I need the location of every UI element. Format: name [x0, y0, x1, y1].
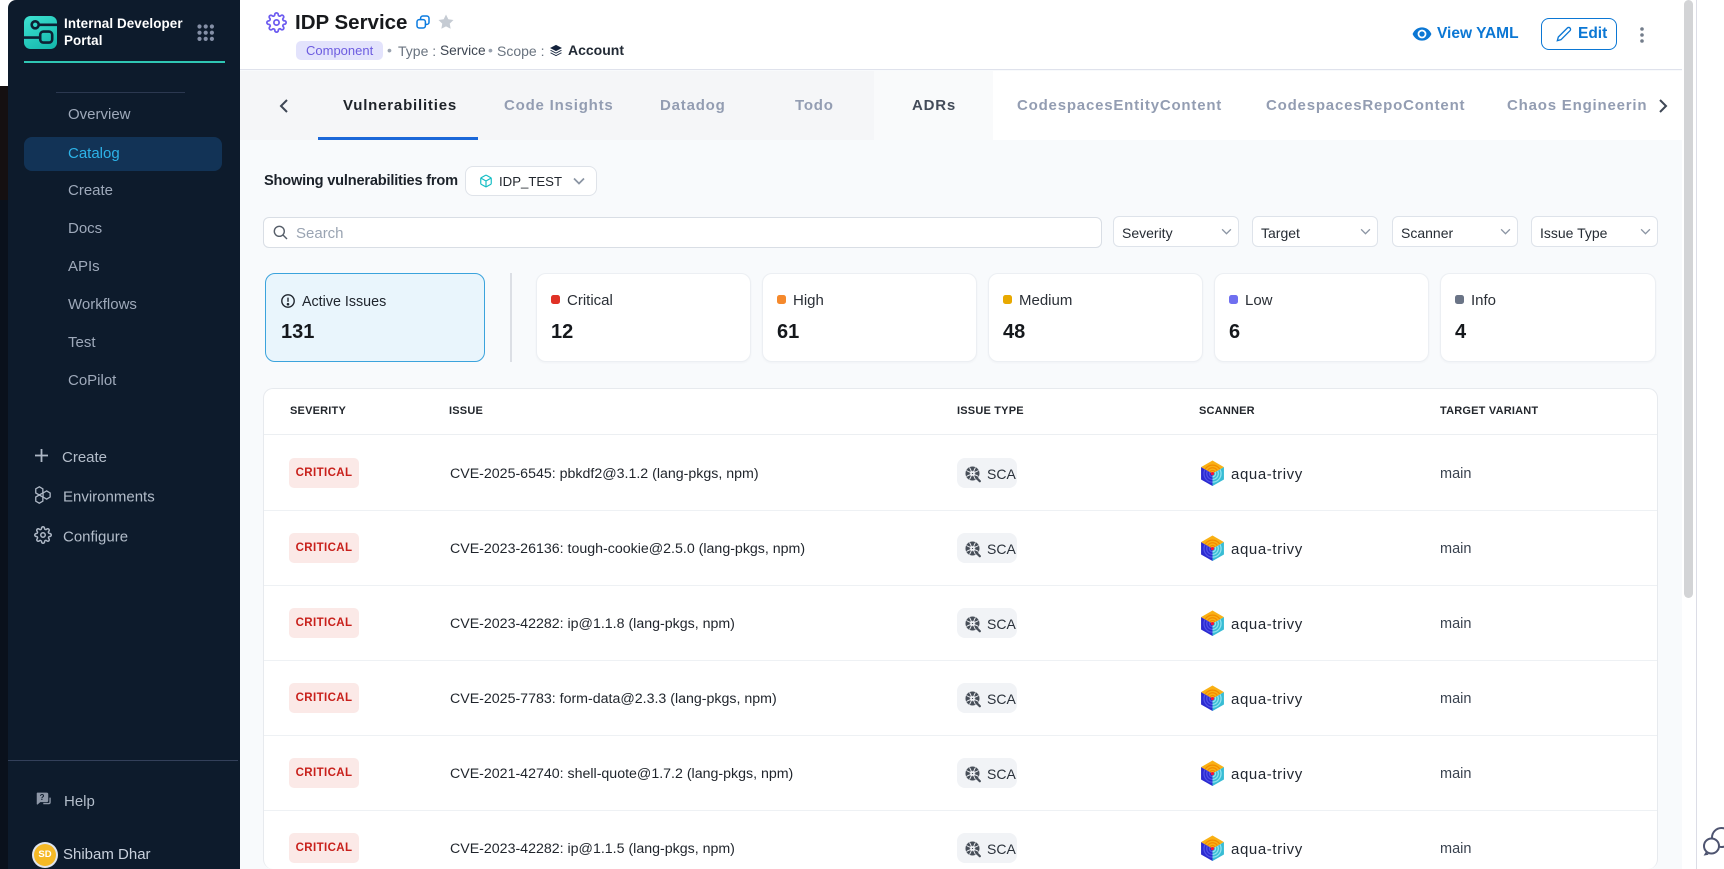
svg-text:?: ?: [40, 793, 45, 802]
